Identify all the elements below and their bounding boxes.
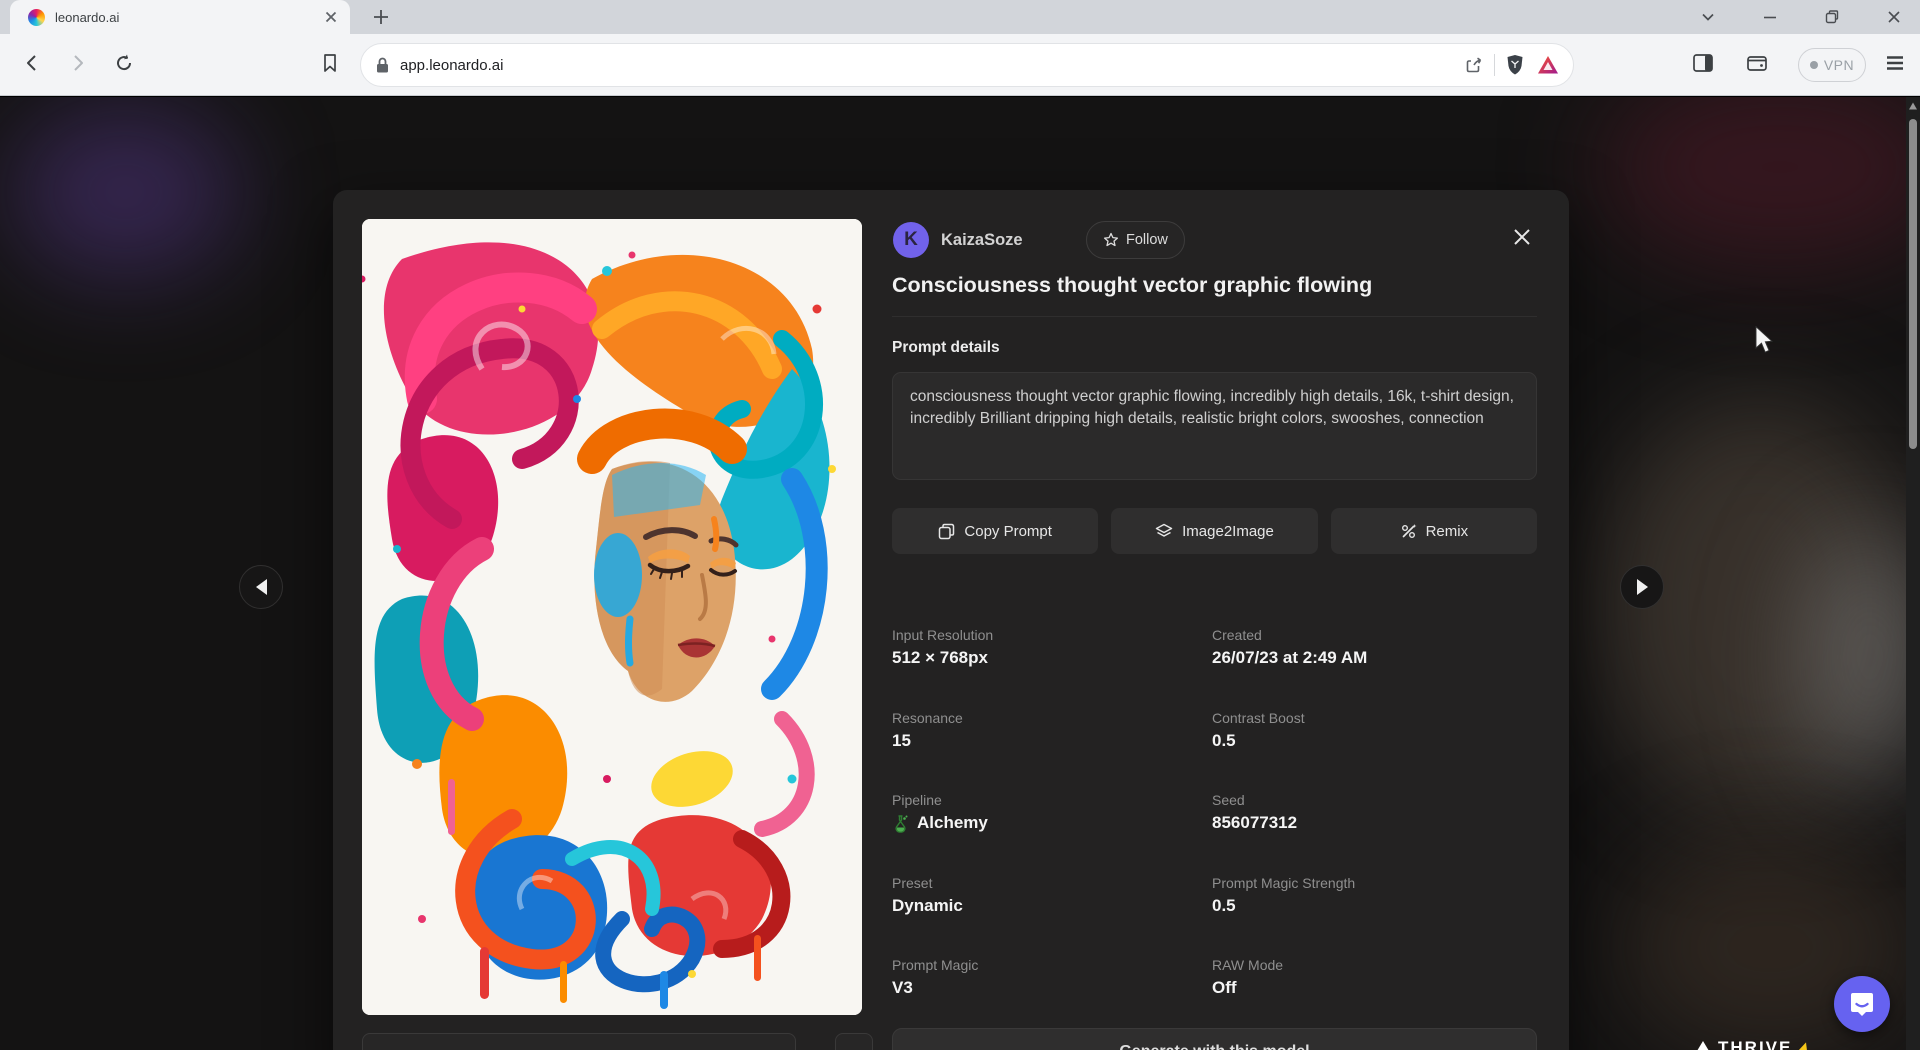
tab-search-button[interactable] bbox=[1684, 0, 1732, 34]
user-avatar[interactable]: K bbox=[893, 222, 929, 258]
generated-image[interactable] bbox=[362, 219, 862, 1015]
tab-strip: leonardo.ai bbox=[0, 0, 1920, 34]
sidebar-toggle-button[interactable] bbox=[1688, 48, 1718, 78]
stat-input-resolution: Input Resolution 512 × 768px bbox=[892, 627, 1212, 710]
stat-pipeline: Pipeline Alchemy bbox=[892, 792, 1212, 875]
chevron-down-icon bbox=[1701, 10, 1715, 24]
brave-rewards-bat-icon[interactable] bbox=[1537, 55, 1559, 75]
divider bbox=[892, 316, 1537, 317]
generation-title: Consciousness thought vector graphic flo… bbox=[892, 273, 1542, 298]
watermark-text: THRIVE bbox=[1718, 1038, 1792, 1050]
prompt-text: consciousness thought vector graphic flo… bbox=[910, 386, 1519, 429]
prompt-actions: Copy Prompt Image2Image bbox=[892, 508, 1537, 554]
brave-shield-icon[interactable] bbox=[1505, 54, 1525, 76]
scrollbar-up-arrow[interactable] bbox=[1908, 101, 1918, 111]
site-favicon-icon bbox=[28, 9, 45, 26]
pipeline-value: Alchemy bbox=[917, 813, 988, 833]
thumbnail-strip[interactable] bbox=[362, 1033, 796, 1050]
generation-stats: Input Resolution 512 × 768px Created 26/… bbox=[892, 627, 1537, 1040]
remix-button[interactable]: Remix bbox=[1331, 508, 1537, 554]
tab-title: leonardo.ai bbox=[55, 10, 322, 25]
scrollbar-thumb[interactable] bbox=[1909, 119, 1917, 449]
layers-icon bbox=[1155, 523, 1173, 539]
chat-bubble-icon bbox=[1848, 990, 1876, 1018]
sidebar-panel-icon bbox=[1693, 54, 1713, 72]
video-watermark: THRIVE bbox=[1694, 1038, 1810, 1050]
copy-prompt-label: Copy Prompt bbox=[964, 523, 1052, 540]
potion-flask-icon bbox=[892, 814, 909, 833]
browser-tab[interactable]: leonardo.ai bbox=[10, 0, 350, 34]
page-scrollbar[interactable] bbox=[1906, 97, 1920, 1050]
username[interactable]: KaizaSoze bbox=[941, 231, 1023, 250]
forward-button[interactable] bbox=[63, 48, 93, 78]
generate-with-model-button[interactable]: Generate with this model bbox=[892, 1028, 1537, 1050]
image-detail-modal: K KaizaSoze Follow Consciousness thought… bbox=[333, 190, 1569, 1050]
toolbar-divider bbox=[1494, 54, 1495, 76]
background-glow-maroon bbox=[1600, 97, 1920, 267]
wallet-icon bbox=[1747, 54, 1767, 72]
stat-created: Created 26/07/23 at 2:49 AM bbox=[1212, 627, 1537, 710]
bookmark-icon bbox=[321, 53, 339, 73]
image2image-label: Image2Image bbox=[1182, 523, 1274, 540]
window-restore-button[interactable] bbox=[1808, 0, 1856, 34]
watermark-triangle-icon bbox=[1694, 1041, 1712, 1050]
copy-prompt-button[interactable]: Copy Prompt bbox=[892, 508, 1098, 554]
background-glow-purple bbox=[10, 107, 240, 277]
menu-button[interactable] bbox=[1880, 48, 1910, 78]
address-bar[interactable]: app.leonardo.ai bbox=[360, 43, 1574, 87]
follow-button[interactable]: Follow bbox=[1086, 221, 1185, 259]
window-close-button[interactable] bbox=[1870, 0, 1918, 34]
tab-close-icon[interactable] bbox=[322, 8, 340, 26]
close-icon bbox=[1887, 10, 1901, 24]
thumbnail-square[interactable] bbox=[835, 1033, 873, 1050]
image2image-button[interactable]: Image2Image bbox=[1111, 508, 1317, 554]
hamburger-menu-icon bbox=[1886, 55, 1904, 71]
next-image-button[interactable] bbox=[1620, 565, 1664, 609]
support-chat-button[interactable] bbox=[1834, 976, 1890, 1032]
page-content: K KaizaSoze Follow Consciousness thought… bbox=[0, 97, 1920, 1050]
prompt-text-box: consciousness thought vector graphic flo… bbox=[892, 372, 1537, 480]
vpn-label: VPN bbox=[1824, 57, 1854, 73]
watermark-spark-icon bbox=[1797, 1040, 1812, 1050]
arrow-right-icon bbox=[1637, 579, 1656, 595]
artwork-illustration bbox=[362, 219, 862, 1015]
vpn-button[interactable]: VPN bbox=[1798, 48, 1866, 82]
back-arrow-icon bbox=[22, 53, 42, 73]
reload-icon bbox=[114, 53, 134, 73]
remix-wand-icon bbox=[1400, 523, 1417, 540]
restore-icon bbox=[1825, 10, 1839, 24]
close-icon bbox=[1512, 227, 1532, 247]
wallet-button[interactable] bbox=[1742, 48, 1772, 78]
lock-icon bbox=[375, 56, 390, 74]
new-tab-button[interactable] bbox=[372, 8, 390, 26]
star-icon bbox=[1103, 232, 1119, 248]
stat-seed: Seed 856077312 bbox=[1212, 792, 1537, 875]
generate-label: Generate with this model bbox=[1119, 1043, 1309, 1050]
reload-button[interactable] bbox=[109, 48, 139, 78]
mouse-cursor bbox=[1752, 326, 1776, 354]
window-minimize-button[interactable] bbox=[1746, 0, 1794, 34]
copy-icon bbox=[938, 523, 955, 540]
bookmarks-button[interactable] bbox=[315, 48, 345, 78]
arrow-left-icon bbox=[248, 579, 267, 595]
share-icon[interactable] bbox=[1464, 55, 1484, 75]
vpn-status-dot bbox=[1810, 61, 1818, 69]
stat-resonance: Resonance 15 bbox=[892, 710, 1212, 793]
url-text: app.leonardo.ai bbox=[400, 57, 1464, 74]
forward-arrow-icon bbox=[68, 53, 88, 73]
remix-label: Remix bbox=[1426, 523, 1469, 540]
browser-window: leonardo.ai bbox=[0, 0, 1920, 1050]
modal-close-button[interactable] bbox=[1505, 220, 1539, 254]
stat-preset: Preset Dynamic bbox=[892, 875, 1212, 958]
follow-label: Follow bbox=[1126, 232, 1168, 248]
minimize-icon bbox=[1763, 10, 1777, 24]
avatar-initial: K bbox=[904, 229, 918, 251]
stat-contrast-boost: Contrast Boost 0.5 bbox=[1212, 710, 1537, 793]
back-button[interactable] bbox=[17, 48, 47, 78]
previous-image-button[interactable] bbox=[239, 565, 283, 609]
stat-prompt-magic-strength: Prompt Magic Strength 0.5 bbox=[1212, 875, 1537, 958]
prompt-details-heading: Prompt details bbox=[892, 339, 1000, 357]
